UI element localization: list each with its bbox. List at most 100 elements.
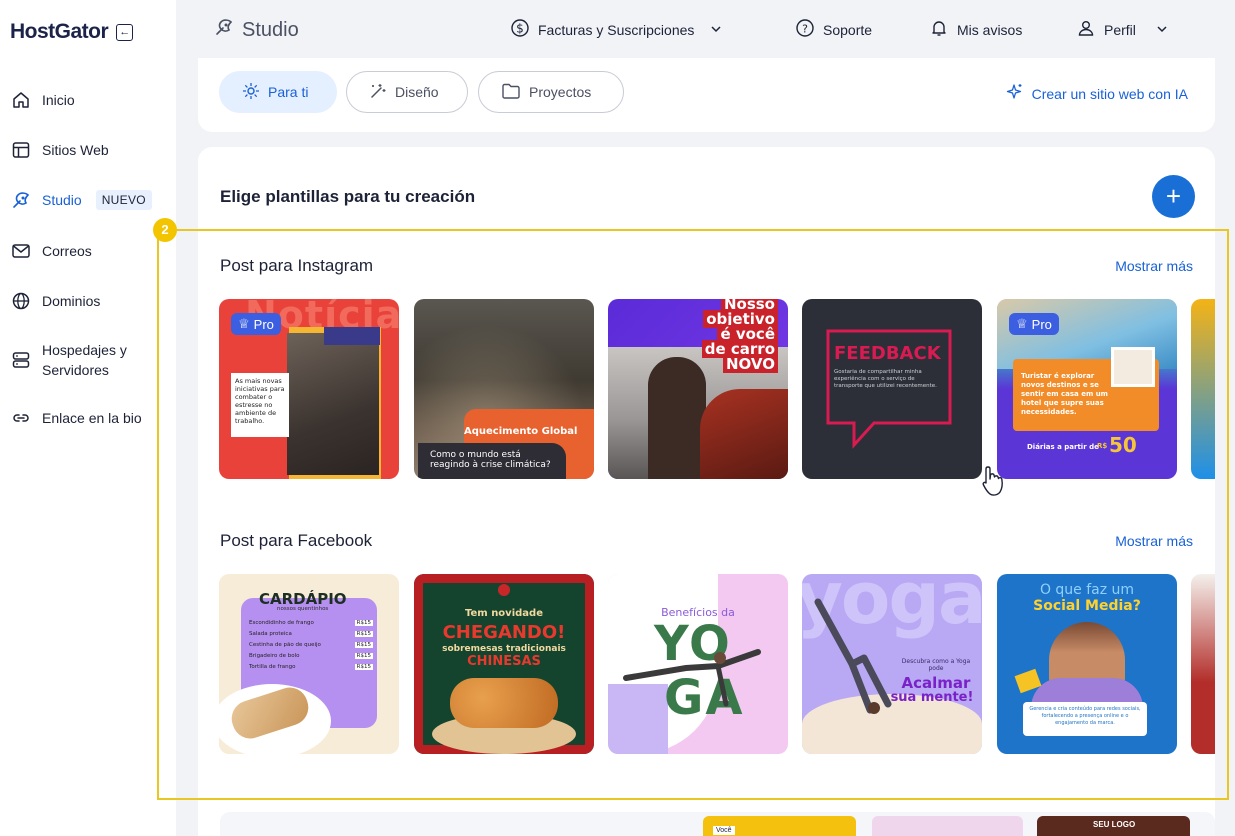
svg-text:$: $ <box>516 22 524 36</box>
preview-thumb-yellow[interactable]: Você <box>703 816 856 836</box>
cardapio-item-price: R$15 <box>354 631 373 637</box>
support-link[interactable]: ? Soporte <box>795 18 872 41</box>
turistar-text: Turistar é explorar novos destinos e se … <box>1021 372 1108 416</box>
logo[interactable]: HostGator ← <box>10 20 134 44</box>
help-icon: ? <box>795 18 815 41</box>
crown-icon: ♕ <box>238 316 250 331</box>
acalmar-line1: Descubra como a Yoga pode <box>901 658 971 672</box>
template-facebook-chinesas[interactable]: Tem novidade CHEGANDO! sobremesas tradic… <box>414 574 594 754</box>
aquecimento-text: Como o mundo está reagindo à crise climá… <box>418 443 566 479</box>
pro-badge: ♕ Pro <box>231 313 281 335</box>
sidebar-item-enlace-bio[interactable]: Enlace en la bio <box>10 408 142 428</box>
collapse-sidebar-icon[interactable]: ← <box>116 23 134 41</box>
add-button[interactable]: + <box>1152 175 1195 218</box>
sidebar-item-label: Studio <box>42 192 82 208</box>
tab-diseno[interactable]: Diseño <box>346 71 468 113</box>
acalmar-line3: sua mente! <box>890 690 974 705</box>
svg-text:?: ? <box>802 23 808 36</box>
dollar-icon: $ <box>510 18 530 41</box>
pro-badge: ♕ Pro <box>1009 313 1059 335</box>
ai-link-label: Crear un sitio web con IA <box>1031 85 1188 102</box>
cardapio-item: Escondidinho de frango R$15 <box>249 620 373 631</box>
billing-menu[interactable]: $ Facturas y Suscripciones <box>510 18 722 41</box>
social-text: Gerencia e cria conteúdo para redes soci… <box>1023 702 1147 736</box>
facebook-row-title: Post para Facebook <box>220 531 373 550</box>
template-facebook-yoga-beneficios[interactable]: Benefícios da YO GA <box>608 574 788 754</box>
facebook-show-more[interactable]: Mostrar más <box>1115 533 1193 549</box>
tab-label: Diseño <box>395 84 439 100</box>
cardapio-item-name: Escondidinho de frango <box>249 620 314 626</box>
sidebar-item-correos[interactable]: Correos <box>10 241 92 261</box>
template-instagram-carro[interactable]: Nosso objetivo é você de carro NOVO <box>608 299 788 479</box>
chinesas-line4: CHINESAS <box>467 654 541 669</box>
notices-link[interactable]: Mis avisos <box>929 18 1022 41</box>
sidebar-item-label-line2: Servidores <box>42 362 109 378</box>
top-header: Studio $ Facturas y Suscripciones ? Sopo… <box>176 0 1235 58</box>
instagram-row-title: Post para Instagram <box>220 256 374 275</box>
support-label: Soporte <box>823 21 873 38</box>
globe-icon <box>10 291 32 311</box>
sidebar-item-label-line1: Hospedajes y <box>42 342 127 358</box>
turistar-price: 50 <box>1109 433 1137 457</box>
turistar-currency: R$ <box>1097 442 1108 450</box>
turistar-price-label: Diárias a partir de <box>1027 443 1099 451</box>
create-site-ai-link[interactable]: Crear un sitio web con IA <box>1006 83 1188 104</box>
template-facebook-yoga-acalmar[interactable]: yoga Descubra como a Yoga pode Acalmar s… <box>802 574 982 754</box>
page-title-text: Studio <box>242 18 299 41</box>
preview-promo-text: Você <box>713 826 735 835</box>
next-row-preview: Você SEU LOGO <box>220 812 1215 836</box>
template-instagram-aquecimento[interactable]: Aquecimento Global Como o mundo está rea… <box>414 299 594 479</box>
cardapio-item-price: R$15 <box>354 620 373 626</box>
studio-icon <box>10 190 32 210</box>
cardapio-item-name: Cestinha de pão de queijo <box>249 642 321 648</box>
profile-menu[interactable]: Perfil <box>1076 18 1168 41</box>
chevron-down-icon <box>1156 22 1168 38</box>
cardapio-item-price: R$15 <box>354 653 373 659</box>
template-instagram-feedback[interactable]: FEEDBACK Gostaria de compartilhar minha … <box>802 299 982 479</box>
preview-thumb-brown[interactable]: SEU LOGO <box>1037 816 1190 836</box>
user-icon <box>1076 18 1096 41</box>
sidebar-item-sitios-web[interactable]: Sitios Web <box>10 140 109 160</box>
tabs-card: Para ti Diseño Proyectos Crear un sitio … <box>198 58 1215 132</box>
sidebar-item-label: Sitios Web <box>42 142 109 158</box>
cardapio-item: Salada proteica R$15 <box>249 631 373 642</box>
logo-text: HostGator <box>10 20 109 43</box>
template-facebook-social-media[interactable]: O que faz um Social Media? Gerencia e cr… <box>997 574 1177 754</box>
new-badge: NUEVO <box>95 190 152 210</box>
template-facebook-partial[interactable] <box>1191 574 1215 754</box>
carro-headline: Nosso objetivo é você de carro NOVO <box>676 299 788 373</box>
tab-label: Proyectos <box>529 84 592 100</box>
ai-sparkle-icon <box>1006 83 1024 104</box>
notices-label: Mis avisos <box>957 21 1023 38</box>
cardapio-item-price: R$15 <box>354 664 373 670</box>
template-facebook-cardapio[interactable]: CARDÁPIO nossos quentinhos Escondidinho … <box>219 574 399 754</box>
tab-proyectos[interactable]: Proyectos <box>478 71 624 113</box>
sidebar-item-hospedajes[interactable]: Hospedajes y Servidores <box>10 340 127 380</box>
template-instagram-partial[interactable] <box>1191 299 1215 479</box>
social-line1: O que faz um <box>1039 582 1135 598</box>
chevron-down-icon <box>710 22 722 38</box>
cardapio-item: Tortilla de frango R$15 <box>249 664 373 675</box>
sparkle-icon <box>242 82 260 103</box>
home-icon <box>10 90 32 110</box>
step-badge: 2 <box>153 218 177 242</box>
cardapio-item-name: Brigadeiro de bolo <box>249 653 300 659</box>
cardapio-sub: nossos quentinhos <box>277 606 329 612</box>
template-instagram-turistar[interactable]: Turistar é explorar novos destinos e se … <box>997 299 1177 479</box>
preview-thumb-pink[interactable] <box>872 816 1023 836</box>
sidebar-item-studio[interactable]: Studio NUEVO <box>10 190 152 210</box>
tab-para-ti[interactable]: Para ti <box>219 71 337 113</box>
instagram-show-more[interactable]: Mostrar más <box>1115 258 1193 274</box>
carro-line5: NOVO <box>723 355 778 373</box>
folder-icon <box>501 82 521 103</box>
sidebar-item-inicio[interactable]: Inicio <box>10 90 75 110</box>
chinesas-line3: sobremesas tradicionais <box>442 644 566 654</box>
sidebar-item-label: Enlace en la bio <box>42 410 142 426</box>
yoga-person-figure <box>623 649 761 707</box>
sidebar-item-dominios[interactable]: Dominios <box>10 291 100 311</box>
cardapio-item-price: R$15 <box>354 642 373 648</box>
template-instagram-noticia[interactable]: Notícia As mais novas iniciativas para c… <box>219 299 399 479</box>
bell-icon <box>929 18 949 41</box>
page-title: Studio <box>214 17 299 43</box>
feedback-text: Gostaria de compartilhar minha experiênc… <box>834 369 937 389</box>
